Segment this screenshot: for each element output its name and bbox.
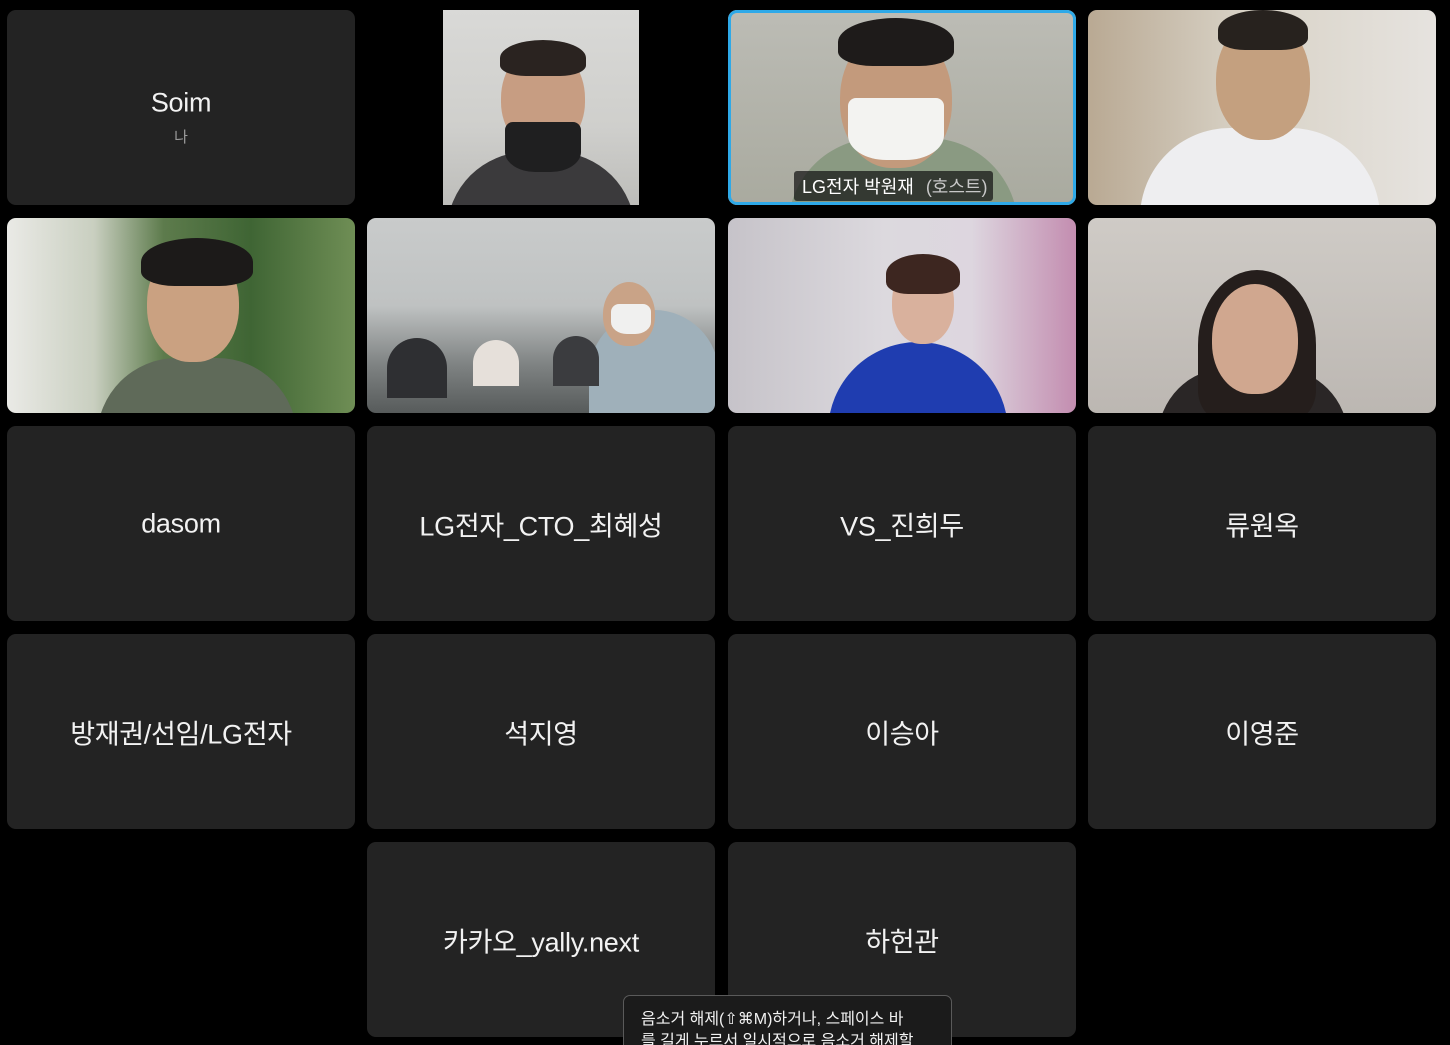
participant-video-5[interactable]	[1088, 218, 1436, 413]
person-body	[97, 358, 297, 413]
tooltip-line-1: 음소거 해제(⇧⌘M)하거나, 스페이스 바	[641, 1011, 904, 1028]
face-mask	[848, 98, 944, 160]
face-mask	[505, 122, 581, 172]
person-head	[1212, 284, 1298, 394]
person-hair	[838, 18, 954, 66]
participant-video-1[interactable]	[443, 10, 639, 205]
host-name-tag: LG전자 박원재 (호스트)	[794, 171, 994, 201]
participant-tile-dasom[interactable]: dasom	[7, 426, 355, 621]
self-label: 나	[174, 129, 188, 146]
participant-name: 이영준	[1225, 719, 1299, 749]
participant-video-2[interactable]	[1088, 10, 1436, 205]
participant-tile-bang[interactable]: 방재권/선임/LG전자	[7, 634, 355, 829]
person-body	[473, 340, 519, 386]
face-mask	[611, 304, 651, 334]
participant-name: 하헌관	[865, 927, 939, 957]
participant-video-room[interactable]	[367, 218, 715, 413]
participant-name: 방재권/선임/LG전자	[70, 719, 292, 749]
participant-tile-vs[interactable]: VS_진희두	[728, 426, 1076, 621]
person-body	[553, 336, 599, 386]
participant-video-4[interactable]	[728, 218, 1076, 413]
participant-name: LG전자_CTO_최혜성	[419, 511, 663, 541]
unmute-tooltip: 음소거 해제(⇧⌘M)하거나, 스페이스 바 를 길게 누르서 일시적으로 음소…	[623, 995, 952, 1045]
participant-name: dasom	[141, 508, 221, 538]
person-hair	[141, 238, 253, 286]
participant-name: 이승아	[865, 719, 939, 749]
person-hair	[1218, 10, 1308, 50]
participant-name: Soim	[150, 87, 212, 118]
person-body	[828, 342, 1008, 413]
person-hair	[886, 254, 960, 294]
participant-video-3[interactable]	[7, 218, 355, 413]
host-role: (호스트)	[925, 177, 988, 197]
participant-tile-self[interactable]: Soim 나	[7, 10, 355, 205]
tooltip-line-2: 를 길게 누르서 일시적으로 음소거 해제할	[641, 1033, 914, 1045]
participant-name: VS_진희두	[840, 511, 964, 541]
participant-tile-ryu[interactable]: 류원옥	[1088, 426, 1436, 621]
participant-tile-cto[interactable]: LG전자_CTO_최혜성	[367, 426, 715, 621]
participant-name: 류원옥	[1225, 511, 1299, 541]
participant-tile-seok[interactable]: 석지영	[367, 634, 715, 829]
participant-name: 석지영	[504, 719, 578, 749]
participant-video-host[interactable]: LG전자 박원재 (호스트)	[728, 10, 1076, 205]
host-name: LG전자 박원재	[802, 177, 914, 197]
video-grid: Soim 나 LG전자 박원재 (호스트) dasom LG전자_CTO_최혜성…	[0, 0, 1450, 1045]
participant-tile-lee-youngjun[interactable]: 이영준	[1088, 634, 1436, 829]
participant-tile-lee-seunga[interactable]: 이승아	[728, 634, 1076, 829]
person-body	[387, 338, 447, 398]
participant-name: 카카오_yally.next	[443, 927, 639, 957]
person-hair	[500, 40, 586, 76]
